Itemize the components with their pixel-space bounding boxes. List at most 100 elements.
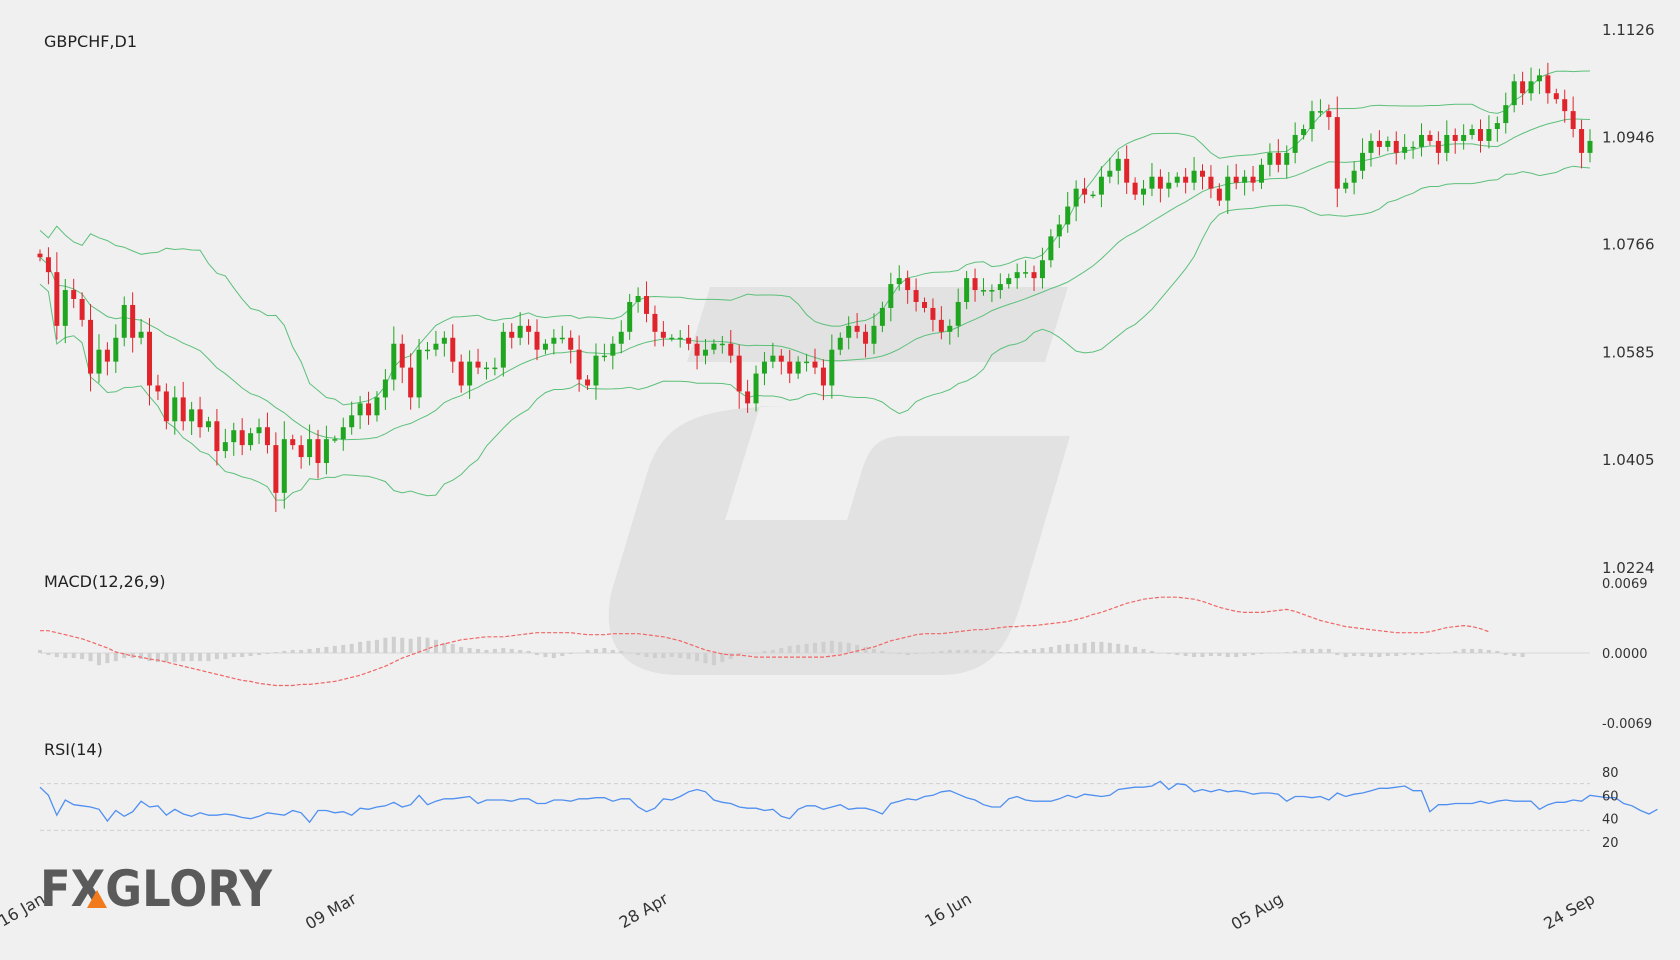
macd-histogram-bar <box>787 645 792 653</box>
candle <box>37 249 43 262</box>
candle <box>1225 165 1231 215</box>
macd-histogram-bar <box>1486 649 1491 653</box>
candle-body <box>509 331 515 338</box>
candle-body <box>854 325 860 332</box>
candle-body <box>281 439 287 493</box>
candle <box>1191 157 1197 191</box>
candle-body <box>399 343 405 368</box>
macd-histogram-bar <box>1124 644 1129 653</box>
candle <box>660 321 666 347</box>
macd-histogram-bar <box>341 644 346 653</box>
macd-histogram-bar <box>989 650 994 653</box>
candle <box>483 361 489 380</box>
macd-histogram-bar <box>54 653 59 658</box>
candle-body <box>366 403 372 416</box>
macd-histogram-bar <box>214 653 219 660</box>
macd-histogram-bar <box>652 653 657 659</box>
macd-histogram-bar <box>644 653 649 658</box>
candle <box>62 279 68 344</box>
macd-histogram-bar <box>964 649 969 653</box>
candle-body <box>222 442 228 452</box>
date-tick-label: 28 Apr <box>616 889 672 932</box>
macd-histogram-bar <box>930 651 935 653</box>
candle-body <box>753 373 759 404</box>
candle <box>264 412 270 454</box>
candle <box>1562 89 1568 123</box>
candle-body <box>1082 188 1088 195</box>
macd-histogram-bar <box>46 653 51 656</box>
candle <box>1579 119 1585 169</box>
candle <box>618 320 624 354</box>
candle-body <box>130 304 136 338</box>
candle <box>1494 116 1500 142</box>
macd-histogram-bar <box>821 641 826 653</box>
candle <box>340 417 346 451</box>
date-tick-label: 16 Jun <box>921 889 974 931</box>
candle-body <box>1536 75 1542 82</box>
bollinger-middle-band <box>39 118 1591 441</box>
candle <box>1528 67 1534 101</box>
candle-body <box>955 301 961 326</box>
candle-body <box>357 403 363 416</box>
candle-body <box>1048 236 1054 261</box>
candle-body <box>1014 272 1020 279</box>
candle-body <box>795 361 801 374</box>
macd-histogram-bar <box>492 648 497 653</box>
macd-histogram-bar <box>1478 648 1483 653</box>
candle-body <box>408 367 414 398</box>
macd-histogram-bar <box>1284 651 1289 653</box>
candle <box>349 401 355 435</box>
candle <box>408 353 414 410</box>
candle-body <box>1275 152 1281 165</box>
candle <box>1545 62 1551 104</box>
candle-body <box>1520 81 1526 94</box>
candle-body <box>559 337 565 340</box>
candle-body <box>879 307 885 326</box>
macd-histogram-bar <box>711 653 716 666</box>
macd-histogram-bar <box>619 650 624 653</box>
macd-histogram-bar <box>1444 653 1449 654</box>
macd-histogram-bar <box>1259 653 1264 655</box>
macd-histogram-bar <box>1234 653 1239 658</box>
macd-histogram-bar <box>223 653 228 660</box>
candle-body <box>189 409 195 422</box>
candle <box>1360 138 1366 180</box>
candle-body <box>264 427 270 446</box>
candle-body <box>71 290 77 299</box>
candle-body <box>846 325 852 338</box>
price-tick-label: 1.0585 <box>1602 344 1655 362</box>
candle <box>1065 191 1071 233</box>
candle <box>222 428 228 459</box>
candle-body <box>896 278 902 285</box>
macd-histogram-bar <box>1200 653 1205 658</box>
candle <box>1486 115 1492 149</box>
macd-histogram-bar <box>1225 653 1230 658</box>
candle-body <box>1098 176 1104 195</box>
macd-histogram-bar <box>888 653 893 654</box>
candle <box>1343 178 1349 194</box>
macd-histogram-bar <box>1503 653 1508 656</box>
macd-histogram-bar <box>551 653 556 659</box>
rsi-line <box>39 780 1658 824</box>
candle-body <box>475 361 481 368</box>
macd-histogram-bar <box>1427 653 1432 655</box>
macd-histogram-bar <box>96 653 101 666</box>
candle <box>256 418 262 444</box>
rsi-axis: 80 60 40 20 <box>1602 766 1619 851</box>
candle <box>1073 180 1079 222</box>
candle-body <box>1242 176 1248 183</box>
candle <box>214 409 220 466</box>
candle-body <box>1343 182 1349 189</box>
candle <box>1334 96 1340 208</box>
macd-histogram-bar <box>914 653 919 655</box>
date-tick-label: 09 Mar <box>302 889 360 933</box>
candle-body <box>1393 140 1399 153</box>
candle <box>1056 214 1062 249</box>
candle <box>113 324 119 373</box>
price-tick-label: 1.0224 <box>1602 559 1655 577</box>
candle <box>290 434 296 450</box>
macd-histogram-bar <box>374 639 379 653</box>
candle-body <box>1157 176 1163 189</box>
candle-body <box>1385 140 1391 147</box>
macd-histogram-bar <box>476 648 481 653</box>
